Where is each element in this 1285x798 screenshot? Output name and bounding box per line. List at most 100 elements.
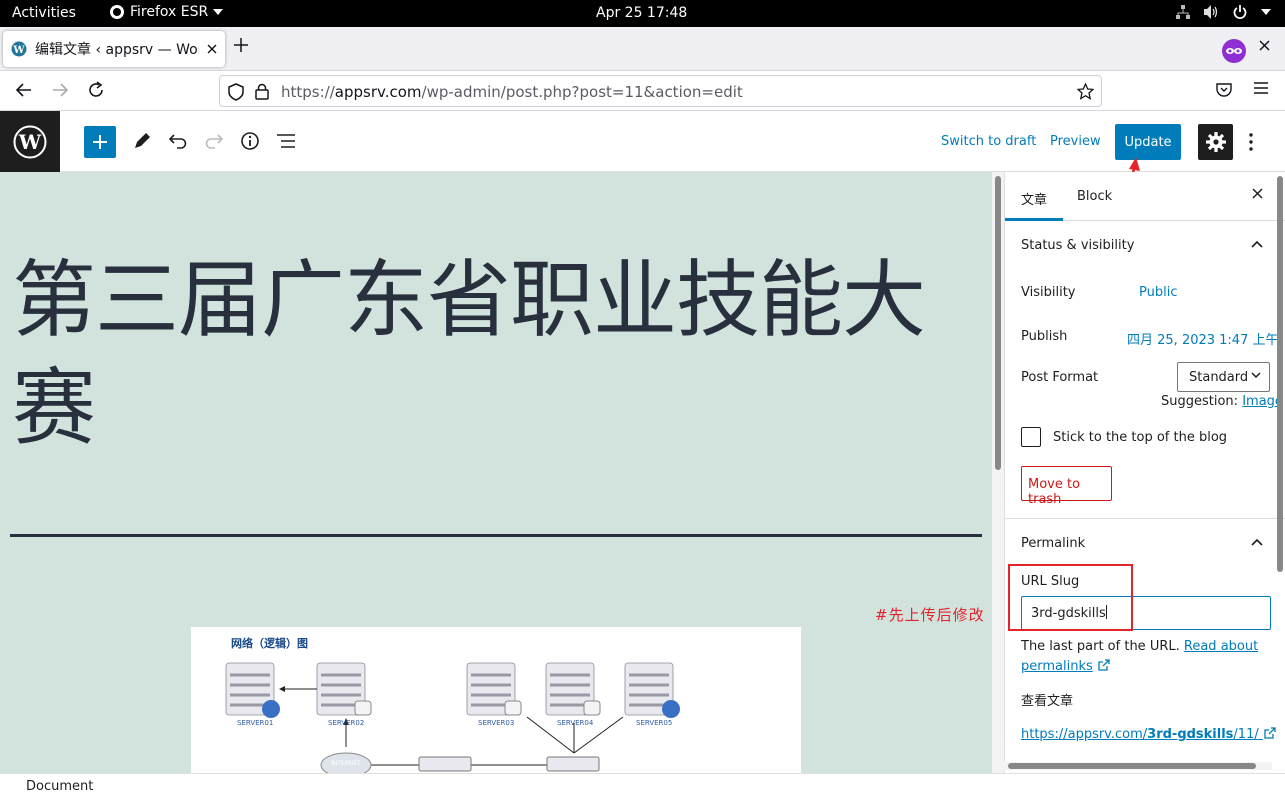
network-diagram-image[interactable]: 网络（逻辑）图 SERVER01 SERVER02 SERVER03 SERVE…	[191, 627, 801, 773]
permalink-help: The last part of the URL. Read about per…	[1021, 637, 1271, 677]
browser-tab[interactable]: W 编辑文章 ‹ appsrv — Wor	[3, 31, 225, 67]
reload-button[interactable]	[87, 81, 105, 99]
internet-label: INTERNET	[331, 760, 361, 767]
sticky-label[interactable]: Stick to the top of the blog	[1053, 430, 1227, 445]
window-close-button[interactable]	[1259, 40, 1270, 51]
post-title[interactable]: 第三届广东省职业技能大赛	[12, 246, 987, 462]
close-icon[interactable]	[207, 44, 217, 54]
network-diagram	[225, 662, 680, 773]
undo-icon	[168, 134, 187, 149]
tab-strip: W 编辑文章 ‹ appsrv — Wor	[0, 27, 1285, 71]
menu-button[interactable]	[1253, 81, 1269, 95]
post-format-label: Post Format	[1021, 370, 1099, 385]
external-link-icon	[1098, 659, 1110, 671]
redo-button[interactable]	[204, 131, 224, 151]
new-tab-button[interactable]	[234, 38, 248, 52]
annotation-text: #先上传后修改	[875, 606, 985, 624]
switch-to-draft-button[interactable]: Switch to draft	[941, 134, 1036, 149]
settings-button[interactable]	[1198, 124, 1233, 160]
server-label: SERVER05	[636, 719, 673, 727]
scrollbar-thumb[interactable]	[1277, 176, 1283, 572]
url-text: https://appsrv.com/wp-admin/post.php?pos…	[281, 83, 743, 101]
svg-text:W: W	[18, 130, 42, 154]
volume-icon	[1204, 5, 1218, 19]
chevron-up-icon[interactable]	[1251, 538, 1263, 546]
hamburger-icon	[1254, 82, 1268, 94]
canvas-scrollbar[interactable]	[992, 172, 1004, 773]
private-mask-icon[interactable]	[1222, 39, 1246, 63]
svg-text:W: W	[12, 45, 25, 56]
view-link-slug: 3rd-gdskills	[1147, 727, 1234, 742]
wordpress-icon: W	[13, 125, 47, 158]
suggestion-label: Suggestion:	[1161, 394, 1239, 409]
move-to-trash-button[interactable]: Move to trash	[1021, 466, 1112, 507]
power-icon	[1233, 5, 1247, 19]
kebab-icon	[1249, 133, 1253, 151]
details-button[interactable]	[240, 131, 260, 151]
help-text: The last part of the URL.	[1021, 639, 1180, 654]
block-breadcrumb-bar: Document	[0, 773, 1285, 798]
breadcrumb-document[interactable]: Document	[26, 779, 93, 794]
scrollbar-thumb[interactable]	[995, 176, 1001, 470]
system-tray[interactable]	[1176, 5, 1271, 19]
permalink-heading[interactable]: Permalink	[1021, 536, 1085, 551]
options-button[interactable]	[1244, 132, 1258, 152]
list-view-button[interactable]	[276, 131, 296, 151]
sidebar-tabs: 文章 Block	[1005, 172, 1285, 221]
app-menu[interactable]: Firefox ESR	[109, 4, 224, 20]
sticky-checkbox[interactable]	[1021, 427, 1041, 447]
annotation-highlight-box	[1008, 564, 1133, 631]
scrollbar-thumb[interactable]	[1008, 763, 1256, 769]
pencil-icon	[135, 133, 150, 148]
server-label: SERVER04	[557, 719, 594, 727]
back-button[interactable]	[15, 81, 33, 99]
clock[interactable]: Apr 25 17:48	[596, 5, 687, 21]
star-icon[interactable]	[1077, 83, 1094, 100]
plus-icon	[234, 38, 248, 52]
chevron-down-icon	[213, 9, 224, 15]
view-link-suffix: /11/	[1233, 727, 1259, 742]
tools-button[interactable]	[132, 131, 152, 151]
undo-button[interactable]	[168, 131, 188, 151]
block-inserter-button[interactable]	[84, 126, 116, 158]
chevron-up-icon[interactable]	[1251, 240, 1263, 248]
sidebar-horizontal-scrollbar[interactable]	[1004, 762, 1272, 770]
lock-icon	[255, 83, 269, 100]
server-label: SERVER02	[328, 719, 365, 727]
wordpress-logo-button[interactable]: W	[0, 111, 60, 172]
url-host: appsrv.com	[334, 83, 422, 101]
publish-label: Publish	[1021, 329, 1068, 344]
wordpress-icon: W	[11, 41, 27, 57]
forward-button[interactable]	[51, 81, 69, 99]
publish-date-value[interactable]: 四月 25, 2023 1:47 上午	[1127, 329, 1278, 348]
activities-button[interactable]: Activities	[12, 5, 76, 21]
preview-button[interactable]: Preview	[1050, 134, 1101, 149]
post-format-select[interactable]: Standard	[1177, 362, 1270, 392]
tab-post[interactable]: 文章	[1021, 189, 1047, 208]
pocket-button[interactable]	[1216, 81, 1232, 97]
sidebar-scrollbar[interactable]	[1275, 172, 1285, 572]
visibility-value[interactable]: Public	[1139, 285, 1177, 300]
status-visibility-heading[interactable]: Status & visibility	[1021, 238, 1134, 253]
url-bar[interactable]: https://appsrv.com/wp-admin/post.php?pos…	[219, 75, 1102, 107]
server-label: SERVER03	[478, 719, 515, 727]
firefox-icon	[110, 5, 124, 19]
plus-icon	[93, 135, 107, 149]
external-link-icon	[1264, 727, 1276, 739]
visibility-label: Visibility	[1021, 285, 1076, 300]
arrow-right-icon	[53, 83, 69, 97]
settings-sidebar: 文章 Block Status & visibility Visibility …	[1004, 172, 1285, 773]
close-icon	[1259, 40, 1270, 51]
network-icon	[1176, 5, 1190, 19]
close-sidebar-button[interactable]	[1252, 188, 1263, 199]
panel-divider	[1005, 518, 1285, 519]
close-icon	[1252, 188, 1263, 199]
info-icon	[241, 132, 259, 150]
tab-block[interactable]: Block	[1077, 189, 1112, 204]
shield-icon	[228, 83, 244, 101]
view-post-heading: 查看文章	[1021, 694, 1074, 709]
editor-toolbar: W Switch to draft Preview Update	[0, 111, 1285, 172]
view-post-link[interactable]: https://appsrv.com/3rd-gdskills/11/	[1021, 727, 1276, 742]
separator-block[interactable]	[10, 534, 982, 537]
editor-canvas: 第三届广东省职业技能大赛 #先上传后修改 网络（逻辑）图 SERVER01 SE…	[0, 172, 992, 773]
